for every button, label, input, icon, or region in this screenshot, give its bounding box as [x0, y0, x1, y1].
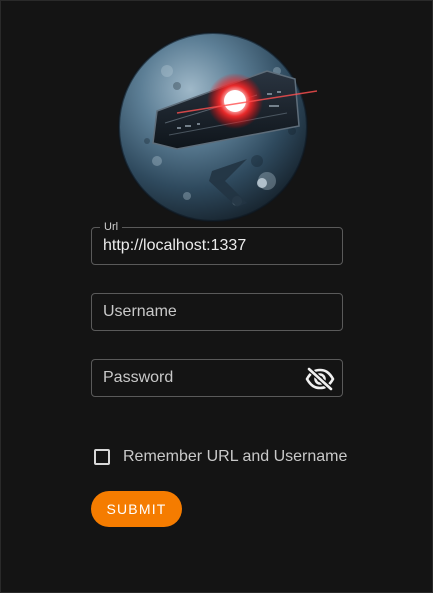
password-field	[91, 359, 343, 397]
password-visibility-toggle[interactable]	[304, 364, 336, 394]
remember-checkbox-row[interactable]: Remember URL and Username	[91, 444, 347, 470]
username-field	[91, 293, 343, 331]
url-input[interactable]	[92, 228, 342, 264]
login-window: Url Remember URL and Username SUBMIT	[0, 0, 433, 593]
checkbox-unchecked-icon[interactable]	[94, 449, 110, 465]
planet-logo-icon	[118, 32, 317, 222]
url-field: Url	[91, 220, 343, 265]
remember-label: Remember URL and Username	[123, 448, 348, 465]
username-input[interactable]	[92, 294, 342, 330]
eye-off-icon	[305, 367, 335, 391]
submit-button[interactable]: SUBMIT	[91, 491, 182, 527]
